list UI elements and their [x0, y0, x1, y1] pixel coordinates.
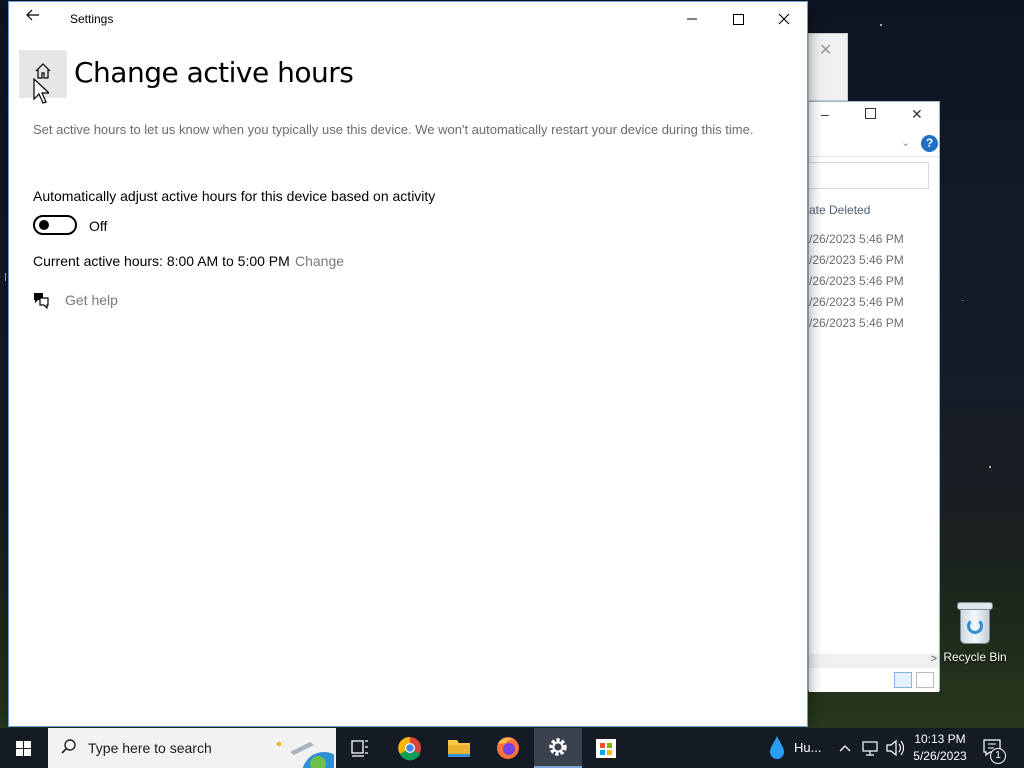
back-button[interactable]: [19, 8, 47, 30]
store-taskbar-button[interactable]: [582, 728, 630, 768]
chrome-icon: [398, 736, 421, 761]
minimize-icon: [687, 18, 697, 20]
weather-text: Hu...: [794, 740, 822, 755]
explorer-titlebar: – ✕: [809, 102, 939, 132]
help-icon[interactable]: ?: [921, 135, 938, 152]
search-placeholder: Type here to search: [88, 740, 212, 756]
search-highlight-icon: [276, 741, 334, 768]
search-icon: [61, 739, 76, 754]
list-item[interactable]: /26/2023 5:46 PM: [809, 274, 904, 288]
store-icon: [596, 739, 616, 758]
firefox-taskbar-button[interactable]: [484, 728, 532, 768]
list-item[interactable]: /26/2023 5:46 PM: [809, 253, 904, 267]
task-view-icon: [351, 740, 368, 757]
star: [989, 466, 991, 468]
titlebar: Settings: [9, 2, 807, 34]
window-title: Settings: [70, 12, 114, 26]
maximize-button[interactable]: [715, 2, 761, 34]
list-item[interactable]: /26/2023 5:46 PM: [809, 316, 904, 330]
taskbar-search-box[interactable]: Type here to search: [48, 728, 336, 768]
chrome-taskbar-button[interactable]: [386, 728, 434, 768]
maximize-icon: [732, 13, 744, 25]
address-bar[interactable]: [809, 162, 929, 189]
clock[interactable]: 10:13 PM 5/26/2023: [910, 731, 970, 765]
network-icon: [862, 741, 878, 756]
gear-icon: [549, 738, 567, 756]
windows-logo-icon: [16, 741, 23, 748]
get-help-link[interactable]: Get help: [65, 292, 118, 308]
toggle-state-text: Off: [89, 218, 108, 234]
background-dialog: ✕: [808, 33, 848, 101]
close-icon[interactable]: ✕: [819, 40, 832, 60]
speaker-icon: [886, 739, 905, 757]
notification-badge: 1: [990, 748, 1006, 764]
clock-date: 5/26/2023: [913, 749, 967, 763]
minimize-icon[interactable]: –: [821, 106, 829, 122]
horizontal-scrollbar[interactable]: >: [809, 653, 939, 668]
large-icons-view-icon[interactable]: [916, 672, 934, 688]
settings-window: Settings Change active hours Set active …: [8, 1, 808, 727]
chevron-right-icon[interactable]: >: [931, 653, 937, 665]
firefox-icon: [497, 737, 519, 759]
chevron-down-icon[interactable]: ⌄: [901, 136, 910, 149]
file-explorer-window: – ✕ ⌄ ? ate Deleted /26/2023 5:46 PM /26…: [808, 101, 940, 692]
get-help-icon: [34, 293, 49, 309]
maximize-icon[interactable]: [865, 108, 876, 119]
close-button[interactable]: [761, 2, 807, 34]
weather-widget[interactable]: Hu...: [762, 728, 832, 768]
task-view-button[interactable]: [336, 728, 384, 768]
chevron-up-icon: [839, 745, 851, 752]
star: [962, 300, 963, 301]
minimize-button[interactable]: [669, 2, 715, 34]
page-title: Change active hours: [74, 56, 354, 89]
network-button[interactable]: [860, 728, 880, 768]
list-item[interactable]: /26/2023 5:46 PM: [809, 295, 904, 309]
clock-time: 10:13 PM: [914, 732, 966, 746]
auto-adjust-toggle[interactable]: [33, 215, 77, 235]
window-edge-mark: [5, 273, 6, 281]
show-hidden-icons-button[interactable]: [838, 728, 856, 768]
water-drop-icon: [770, 736, 784, 759]
volume-button[interactable]: [884, 728, 906, 768]
notification-center-button[interactable]: 1: [978, 728, 1014, 768]
view-switcher: [809, 670, 939, 692]
auto-adjust-label: Automatically adjust active hours for th…: [33, 188, 436, 204]
mouse-cursor-icon: [33, 78, 49, 104]
explorer-ribbon: ⌄ ?: [809, 132, 939, 157]
list-item[interactable]: /26/2023 5:46 PM: [809, 232, 904, 246]
description-text: Set active hours to let us know when you…: [33, 122, 754, 137]
recycle-bin-label: Recycle Bin: [943, 650, 1007, 664]
back-arrow-icon: [26, 9, 39, 21]
start-button[interactable]: [0, 728, 48, 768]
recycle-bin-icon: [957, 602, 993, 644]
recycle-bin-shortcut[interactable]: Recycle Bin: [940, 602, 1010, 664]
folder-icon: [448, 740, 470, 757]
taskbar: Type here to search Hu... 10:13 PM 5/26/…: [0, 728, 1024, 768]
close-icon[interactable]: ✕: [911, 106, 923, 123]
settings-taskbar-button[interactable]: [534, 728, 582, 768]
star: [880, 24, 882, 26]
change-link[interactable]: Change: [295, 253, 344, 269]
current-active-hours: Current active hours: 8:00 AM to 5:00 PM: [33, 253, 290, 269]
close-icon: [778, 13, 790, 25]
file-explorer-taskbar-button[interactable]: [435, 728, 483, 768]
column-header-date-deleted[interactable]: ate Deleted: [809, 203, 870, 217]
details-view-icon[interactable]: [894, 672, 912, 688]
